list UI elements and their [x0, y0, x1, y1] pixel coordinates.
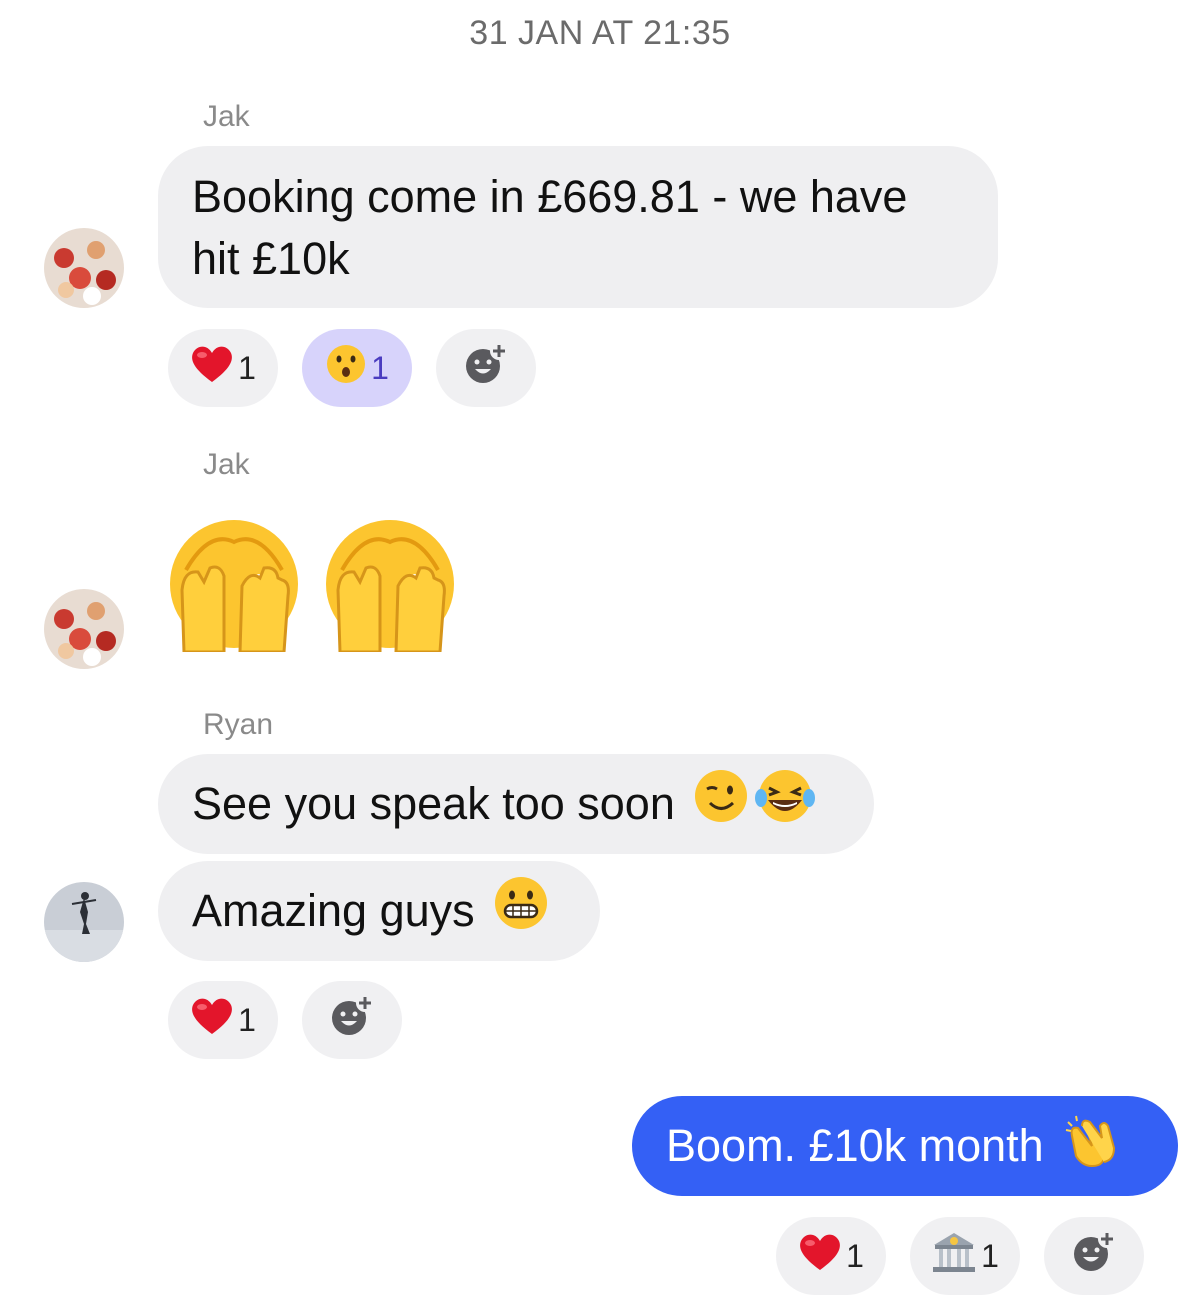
add-reaction-icon: [1072, 1230, 1116, 1282]
see-no-evil-face-icon[interactable]: [320, 512, 460, 657]
heart-icon: [190, 344, 234, 392]
message-text-line: hit £10k: [192, 233, 350, 284]
see-no-evil-face-icon[interactable]: [164, 512, 304, 657]
sender-name: Jak: [203, 448, 250, 481]
message-text-line: Booking come in £669.81 - we have: [192, 171, 908, 222]
outgoing-message-bubble[interactable]: Boom. £10k month: [632, 1096, 1178, 1196]
reaction-count: 1: [238, 1001, 256, 1038]
reaction-count: 1: [371, 349, 389, 386]
reaction-heart[interactable]: 1: [776, 1217, 886, 1295]
add-reaction-icon: [330, 994, 374, 1046]
surprised-face-icon: [325, 343, 367, 393]
reaction-heart[interactable]: 1: [168, 981, 278, 1059]
heart-icon: [190, 996, 234, 1044]
reaction-surprised[interactable]: 1: [302, 329, 412, 407]
winking-face-icon: [693, 768, 749, 840]
timestamp: 31 JAN AT 21:35: [469, 14, 731, 52]
avatar-jak[interactable]: [44, 228, 124, 308]
add-reaction-button[interactable]: [436, 329, 536, 407]
message-text: Boom. £10k month: [666, 1120, 1044, 1171]
reaction-count: 1: [846, 1237, 864, 1274]
avatar-jak[interactable]: [44, 589, 124, 669]
message-text: See you speak too soon: [192, 778, 675, 829]
grimacing-face-icon: [493, 875, 549, 947]
add-reaction-button[interactable]: [1044, 1217, 1144, 1295]
sender-name: Jak: [203, 100, 250, 133]
heart-icon: [798, 1232, 842, 1280]
reaction-heart[interactable]: 1: [168, 329, 278, 407]
reaction-count: 1: [981, 1237, 999, 1274]
message-bubble[interactable]: Booking come in £669.81 - we have hit £1…: [158, 146, 998, 308]
message-text: Amazing guys: [192, 885, 475, 936]
avatar-ryan[interactable]: [44, 882, 124, 962]
reaction-bank[interactable]: 1: [910, 1217, 1020, 1295]
tears-of-joy-icon: [754, 768, 815, 840]
message-bubble[interactable]: See you speak too soon: [158, 754, 874, 854]
clapping-hands-icon: [1062, 1112, 1120, 1181]
sender-name: Ryan: [203, 708, 274, 741]
add-reaction-button[interactable]: [302, 981, 402, 1059]
reaction-count: 1: [238, 349, 256, 386]
bank-icon: [931, 1231, 977, 1281]
message-bubble[interactable]: Amazing guys: [158, 861, 600, 961]
add-reaction-icon: [464, 342, 508, 394]
